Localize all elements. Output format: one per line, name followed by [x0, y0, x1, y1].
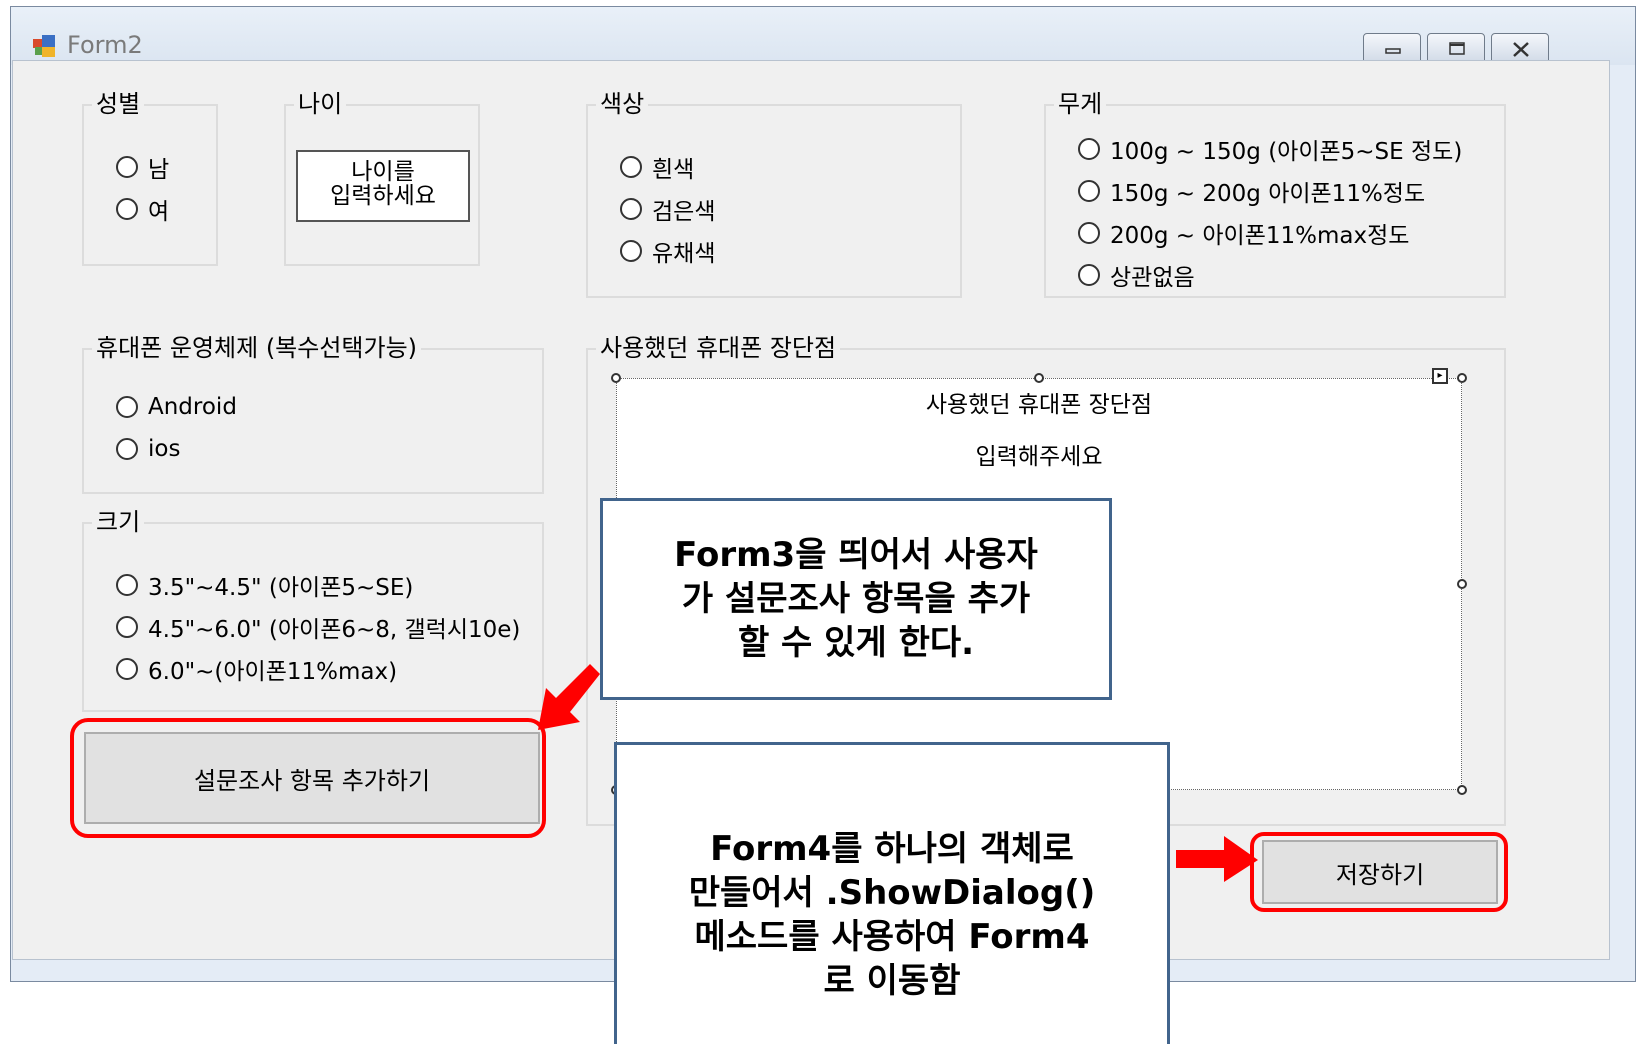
radio-circle[interactable] — [620, 240, 642, 262]
os-label: 휴대폰 운영체제 (복수선택가능) — [92, 334, 422, 362]
radio-circle[interactable] — [116, 658, 138, 680]
size-label: 크기 — [92, 508, 145, 536]
radio-circle[interactable] — [1078, 180, 1100, 202]
radio-circle[interactable] — [1078, 138, 1100, 160]
textarea-line1: 사용했던 휴대폰 장단점 — [925, 392, 1153, 418]
radio-label: 4.5"~6.0" (아이폰6~8, 갤럭시10e) — [148, 617, 521, 643]
age-input[interactable]: 나이를 입력하세요 — [296, 150, 470, 222]
annotation-line: 할 수 있게 한다. — [737, 623, 975, 663]
radio-label: 남 — [148, 157, 170, 183]
annotation-line: 로 이동함 — [823, 960, 961, 1001]
resize-handle[interactable] — [1034, 373, 1044, 383]
age-placeholder-line1: 나이를 — [351, 159, 415, 185]
age-group: 나이 나이를 입력하세요 — [284, 90, 480, 266]
radio-circle[interactable] — [116, 574, 138, 596]
radio-female[interactable]: 여 — [116, 192, 169, 226]
color-group: 색상 흰색 검은색 유채색 — [586, 90, 962, 298]
smart-tag-icon[interactable]: ▸ — [1432, 368, 1448, 384]
arrow-right-icon — [1176, 836, 1258, 882]
textarea-line2: 입력해주세요 — [975, 444, 1103, 470]
annotation-line: 메소드를 사용하여 Form4 — [694, 916, 1090, 957]
radio-label: 유채색 — [652, 241, 716, 267]
weight-group: 무게 100g ~ 150g (아이폰5~SE 정도) 150g ~ 200g … — [1044, 90, 1506, 298]
color-label: 색상 — [596, 90, 649, 118]
radio-weight-100-150[interactable]: 100g ~ 150g (아이폰5~SE 정도) — [1078, 132, 1462, 166]
form3-annotation: Form3을 띄어서 사용자 가 설문조사 항목을 추가 할 수 있게 한다. — [600, 498, 1112, 700]
radio-label: 100g ~ 150g (아이폰5~SE 정도) — [1110, 139, 1463, 165]
radio-ios[interactable]: ios — [116, 436, 180, 462]
title-bar[interactable]: Form2 — [11, 7, 1635, 65]
radio-label: 상관없음 — [1110, 265, 1195, 291]
highlight-frame — [70, 718, 546, 838]
radio-label: 검은색 — [652, 199, 716, 225]
annotation-line: Form3을 띄어서 사용자 — [674, 535, 1038, 575]
age-label: 나이 — [294, 90, 347, 118]
radio-label: ios — [148, 436, 181, 462]
app-icon — [33, 35, 55, 57]
window-title: Form2 — [67, 31, 143, 59]
size-group: 크기 3.5"~4.5" (아이폰5~SE) 4.5"~6.0" (아이폰6~8… — [82, 508, 544, 712]
radio-android[interactable]: Android — [116, 394, 237, 420]
radio-circle[interactable] — [1078, 264, 1100, 286]
radio-circle[interactable] — [116, 438, 138, 460]
gender-group: 성별 남 여 — [82, 90, 218, 266]
radio-weight-150-200[interactable]: 150g ~ 200g 아이폰11%정도 — [1078, 174, 1425, 208]
radio-white[interactable]: 흰색 — [620, 150, 694, 184]
radio-circle[interactable] — [620, 156, 642, 178]
radio-circle[interactable] — [116, 616, 138, 638]
radio-circle[interactable] — [116, 198, 138, 220]
radio-circle[interactable] — [116, 396, 138, 418]
resize-handle[interactable] — [1457, 373, 1467, 383]
resize-handle[interactable] — [1457, 579, 1467, 589]
radio-label: 흰색 — [652, 157, 695, 183]
resize-handle[interactable] — [611, 373, 621, 383]
age-placeholder-line2: 입력하세요 — [330, 183, 436, 209]
radio-size-small[interactable]: 3.5"~4.5" (아이폰5~SE) — [116, 568, 413, 602]
radio-black[interactable]: 검은색 — [620, 192, 715, 226]
radio-weight-any[interactable]: 상관없음 — [1078, 258, 1195, 292]
highlight-frame — [1250, 832, 1508, 912]
radio-size-large[interactable]: 6.0"~(아이폰11%max) — [116, 652, 397, 686]
annotation-line: 가 설문조사 항목을 추가 — [681, 579, 1031, 619]
gender-label: 성별 — [92, 90, 145, 118]
radio-size-medium[interactable]: 4.5"~6.0" (아이폰6~8, 갤럭시10e) — [116, 610, 520, 644]
radio-circle[interactable] — [116, 156, 138, 178]
radio-label: 150g ~ 200g 아이폰11%정도 — [1110, 181, 1426, 207]
annotation-line: 만들어서 .ShowDialog() — [688, 872, 1096, 913]
os-group: 휴대폰 운영체제 (복수선택가능) Android ios — [82, 334, 544, 494]
arrow-down-left-icon — [538, 664, 600, 730]
radio-label: 200g ~ 아이폰11%max정도 — [1110, 223, 1410, 249]
annotation-line: Form4를 하나의 객체로 — [710, 828, 1074, 869]
radio-label: 6.0"~(아이폰11%max) — [148, 659, 398, 685]
radio-male[interactable]: 남 — [116, 150, 169, 184]
weight-label: 무게 — [1054, 90, 1107, 118]
radio-colored[interactable]: 유채색 — [620, 234, 715, 268]
radio-label: 3.5"~4.5" (아이폰5~SE) — [148, 575, 414, 601]
radio-label: 여 — [148, 199, 170, 225]
pros-cons-label: 사용했던 휴대폰 장단점 — [596, 334, 841, 362]
form4-annotation: Form4를 하나의 객체로 만들어서 .ShowDialog() 메소드를 사… — [614, 742, 1170, 1044]
radio-label: Android — [148, 394, 237, 420]
resize-handle[interactable] — [1457, 785, 1467, 795]
radio-weight-200-plus[interactable]: 200g ~ 아이폰11%max정도 — [1078, 216, 1409, 250]
radio-circle[interactable] — [1078, 222, 1100, 244]
radio-circle[interactable] — [620, 198, 642, 220]
